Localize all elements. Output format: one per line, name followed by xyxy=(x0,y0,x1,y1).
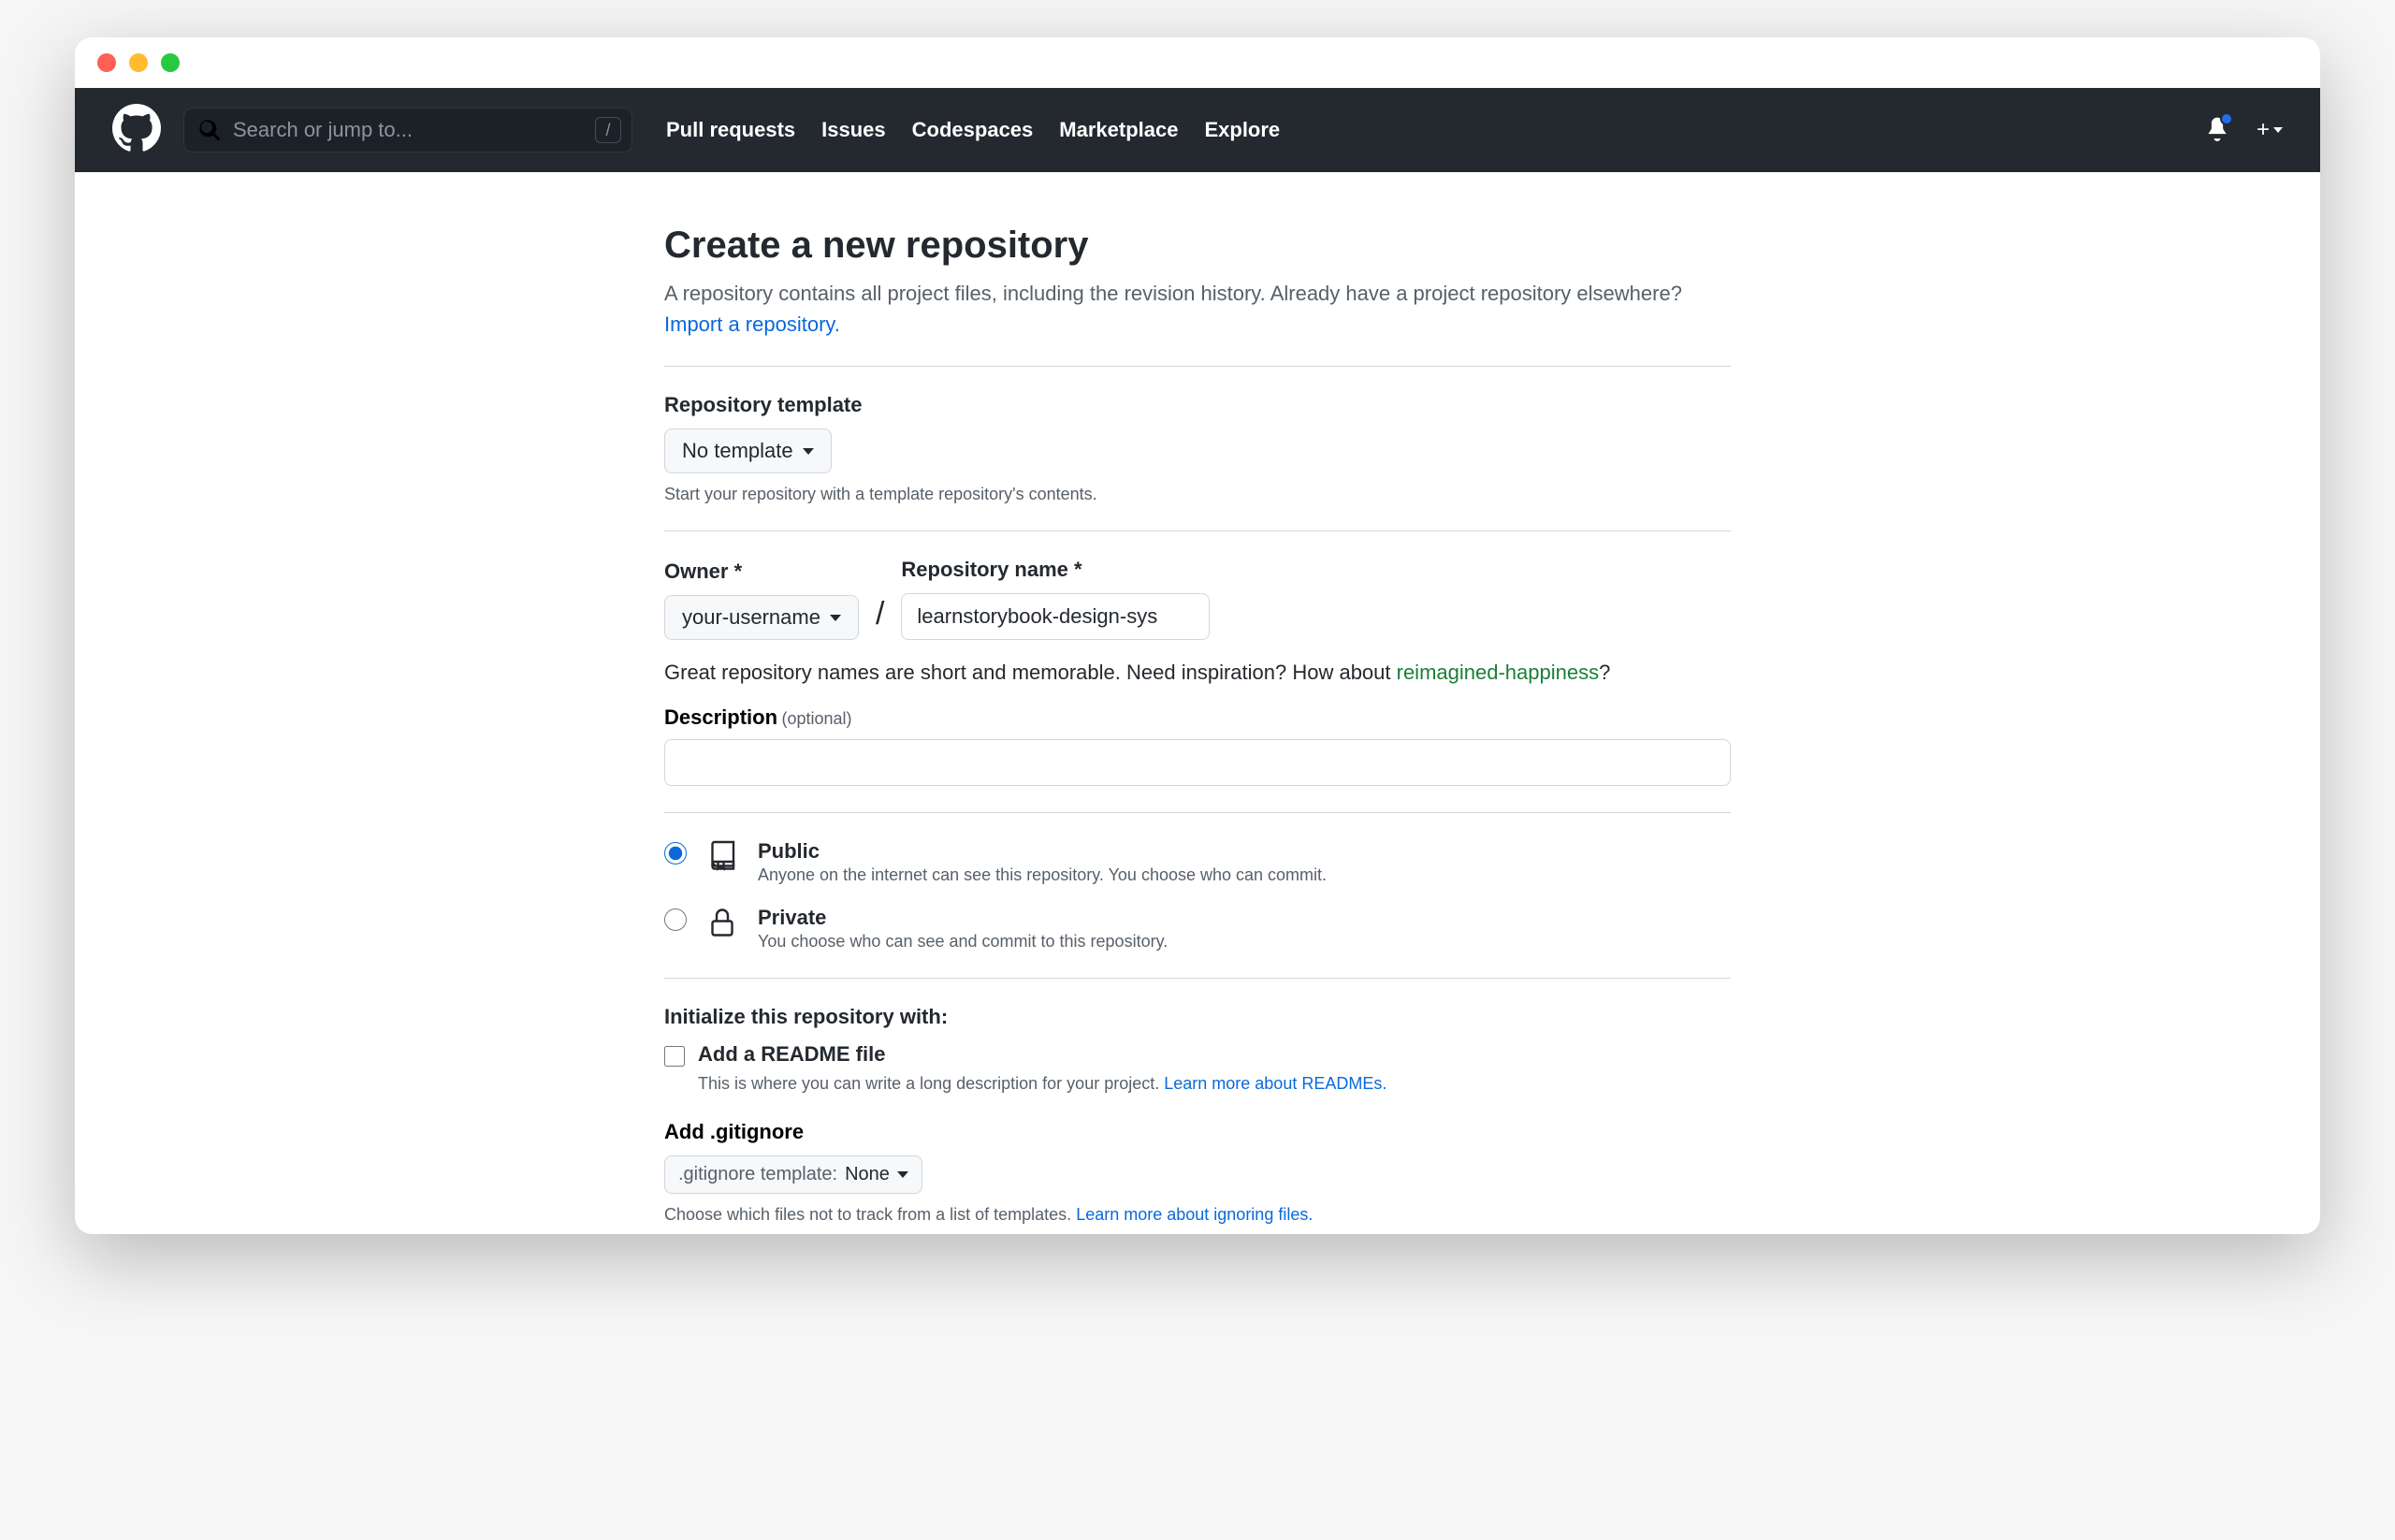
add-readme-checkbox[interactable] xyxy=(664,1046,685,1067)
owner-select[interactable]: your-username xyxy=(664,595,859,640)
visibility-public-radio[interactable] xyxy=(664,842,687,864)
page-subtitle: A repository contains all project files,… xyxy=(664,278,1731,340)
gitignore-note: Choose which files not to track from a l… xyxy=(664,1205,1731,1225)
owner-value: your-username xyxy=(682,605,820,630)
visibility-private-title: Private xyxy=(758,906,1168,930)
visibility-private-row: Private You choose who can see and commi… xyxy=(664,906,1731,952)
visibility-private-radio[interactable] xyxy=(664,908,687,931)
window-titlebar xyxy=(75,37,2320,88)
visibility-public-text: Public Anyone on the internet can see th… xyxy=(758,839,1327,885)
caret-down-icon xyxy=(2273,127,2283,133)
caret-down-icon xyxy=(897,1171,908,1178)
divider xyxy=(664,366,1731,367)
caret-down-icon xyxy=(803,448,814,455)
search-input[interactable] xyxy=(183,108,632,153)
plus-icon: + xyxy=(2257,117,2270,143)
template-note: Start your repository with a template re… xyxy=(664,485,1731,504)
notifications-button[interactable] xyxy=(2204,115,2230,146)
description-label: Description (optional) xyxy=(664,712,852,728)
header-right: + xyxy=(2204,115,2283,146)
visibility-private-text: Private You choose who can see and commi… xyxy=(758,906,1168,952)
path-separator: / xyxy=(876,596,884,640)
description-label-text: Description xyxy=(664,705,777,729)
import-repo-link[interactable]: Import a repository. xyxy=(664,312,840,336)
notification-indicator xyxy=(2220,112,2233,125)
owner-label: Owner * xyxy=(664,559,859,584)
visibility-public-title: Public xyxy=(758,839,1327,864)
gitignore-note-text: Choose which files not to track from a l… xyxy=(664,1205,1076,1224)
search-icon xyxy=(198,119,221,141)
hint-q: ? xyxy=(1599,661,1610,684)
template-label: Repository template xyxy=(664,393,1731,417)
readme-desc: This is where you can write a long descr… xyxy=(698,1074,1731,1094)
owner-repo-row: Owner * your-username / Repository name … xyxy=(664,558,1731,640)
repo-name-group: Repository name * xyxy=(901,558,1210,640)
divider xyxy=(664,530,1731,531)
subtitle-text: A repository contains all project files,… xyxy=(664,282,1682,305)
window-maximize-button[interactable] xyxy=(161,53,180,72)
description-input[interactable] xyxy=(664,739,1731,786)
gitignore-value: None xyxy=(845,1164,890,1185)
readme-desc-text: This is where you can write a long descr… xyxy=(698,1074,1164,1093)
search-wrap: / xyxy=(183,108,632,153)
window-minimize-button[interactable] xyxy=(129,53,148,72)
repo-name-input[interactable] xyxy=(901,593,1210,640)
visibility-private-desc: You choose who can see and commit to thi… xyxy=(758,932,1168,952)
gitignore-select[interactable]: .gitignore template: None xyxy=(664,1155,922,1194)
description-optional-text: (optional) xyxy=(781,709,851,728)
add-readme-label: Add a README file xyxy=(698,1042,885,1067)
github-header: / Pull requests Issues Codespaces Market… xyxy=(75,88,2320,172)
name-suggestion-link[interactable]: reimagined-happiness xyxy=(1397,661,1599,684)
lock-icon xyxy=(705,906,739,944)
hint-text: Great repository names are short and mem… xyxy=(664,661,1397,684)
owner-group: Owner * your-username xyxy=(664,559,859,640)
visibility-public-desc: Anyone on the internet can see this repo… xyxy=(758,865,1327,885)
gitignore-learn-more-link[interactable]: Learn more about ignoring files. xyxy=(1076,1205,1313,1224)
divider xyxy=(664,978,1731,979)
slash-shortcut-badge: / xyxy=(595,117,621,143)
name-hint: Great repository names are short and mem… xyxy=(664,661,1731,685)
description-group: Description (optional) xyxy=(664,705,1731,786)
readme-learn-more-link[interactable]: Learn more about READMEs. xyxy=(1164,1074,1386,1093)
template-value: No template xyxy=(682,439,793,463)
caret-down-icon xyxy=(830,615,841,621)
divider xyxy=(664,812,1731,813)
nav-pull-requests[interactable]: Pull requests xyxy=(666,118,795,142)
github-logo[interactable] xyxy=(112,104,161,157)
gitignore-label: Add .gitignore xyxy=(664,1120,1731,1144)
nav-marketplace[interactable]: Marketplace xyxy=(1059,118,1178,142)
page-content: Create a new repository A repository con… xyxy=(75,172,2320,1234)
visibility-public-row: Public Anyone on the internet can see th… xyxy=(664,839,1731,885)
template-select[interactable]: No template xyxy=(664,429,832,473)
repo-name-label: Repository name * xyxy=(901,558,1210,582)
gitignore-prefix: .gitignore template: xyxy=(678,1164,837,1185)
page-title: Create a new repository xyxy=(664,225,1731,267)
window-close-button[interactable] xyxy=(97,53,116,72)
form-column: Create a new repository A repository con… xyxy=(664,225,1731,1234)
browser-window: / Pull requests Issues Codespaces Market… xyxy=(75,37,2320,1234)
nav-issues[interactable]: Issues xyxy=(821,118,886,142)
primary-nav: Pull requests Issues Codespaces Marketpl… xyxy=(666,118,1280,142)
repo-icon xyxy=(705,839,739,878)
readme-row: Add a README file xyxy=(664,1042,1731,1067)
create-menu-button[interactable]: + xyxy=(2257,117,2283,143)
nav-explore[interactable]: Explore xyxy=(1204,118,1280,142)
nav-codespaces[interactable]: Codespaces xyxy=(912,118,1034,142)
initialize-heading: Initialize this repository with: xyxy=(664,1005,1731,1029)
